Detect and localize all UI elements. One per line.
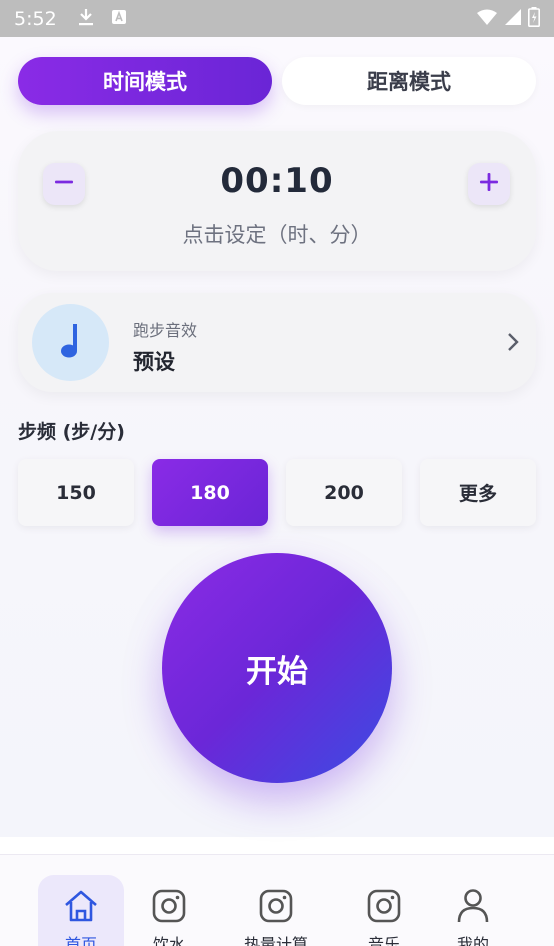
increment-button[interactable] bbox=[468, 163, 510, 205]
cadence-option-200[interactable]: 200 bbox=[286, 459, 402, 526]
tab-distance-mode[interactable]: 距离模式 bbox=[282, 57, 536, 105]
status-time: 5:52 bbox=[14, 7, 57, 30]
timer-hint: 点击设定（时、分） bbox=[182, 223, 372, 247]
sound-label: 跑步音效 bbox=[133, 321, 198, 340]
nav-label-water: 饮水 bbox=[152, 935, 185, 946]
nav-item-profile[interactable]: 我的 bbox=[430, 875, 516, 946]
camera-icon bbox=[259, 887, 293, 925]
download-icon bbox=[77, 7, 95, 31]
running-sound-card[interactable]: 跑步音效 预设 bbox=[18, 293, 536, 392]
signal-icon bbox=[504, 8, 522, 30]
nav-label-music: 音乐 bbox=[367, 935, 400, 946]
wifi-icon bbox=[476, 8, 498, 30]
tab-time-mode[interactable]: 时间模式 bbox=[18, 57, 272, 105]
nav-item-music[interactable]: 音乐 bbox=[341, 875, 427, 946]
sound-value: 预设 bbox=[133, 350, 175, 374]
start-button[interactable]: 开始 bbox=[162, 553, 392, 783]
nav-label-profile: 我的 bbox=[456, 935, 489, 946]
cadence-option-180[interactable]: 180 bbox=[152, 459, 268, 526]
cadence-option-more[interactable]: 更多 bbox=[420, 459, 536, 526]
home-icon bbox=[63, 887, 99, 925]
nav-label-home: 首页 bbox=[64, 935, 97, 946]
nav-item-home[interactable]: 首页 bbox=[38, 875, 124, 946]
text-a-icon bbox=[111, 9, 127, 29]
timer-card[interactable]: 00:10 点击设定（时、分） bbox=[18, 131, 536, 271]
plus-icon bbox=[479, 172, 499, 196]
mode-tabs: 时间模式 距离模式 bbox=[18, 57, 536, 105]
bottom-nav: 首页 饮水 热量计算 音乐 我的 bbox=[0, 854, 554, 946]
music-note-icon bbox=[56, 322, 86, 364]
nav-label-calorie: 热量计算 bbox=[243, 935, 308, 946]
user-icon bbox=[456, 887, 490, 925]
battery-icon bbox=[528, 6, 540, 31]
sound-avatar bbox=[32, 304, 109, 381]
cadence-option-150[interactable]: 150 bbox=[18, 459, 134, 526]
cadence-title: 步频 (步/分) bbox=[18, 421, 125, 443]
nav-item-calorie[interactable]: 热量计算 bbox=[233, 875, 319, 946]
chevron-right-icon bbox=[506, 331, 520, 357]
camera-icon bbox=[367, 887, 401, 925]
status-bar: 5:52 bbox=[0, 0, 554, 37]
camera-icon bbox=[152, 887, 186, 925]
timer-value[interactable]: 00:10 bbox=[18, 161, 536, 201]
nav-item-water[interactable]: 饮水 bbox=[126, 875, 212, 946]
